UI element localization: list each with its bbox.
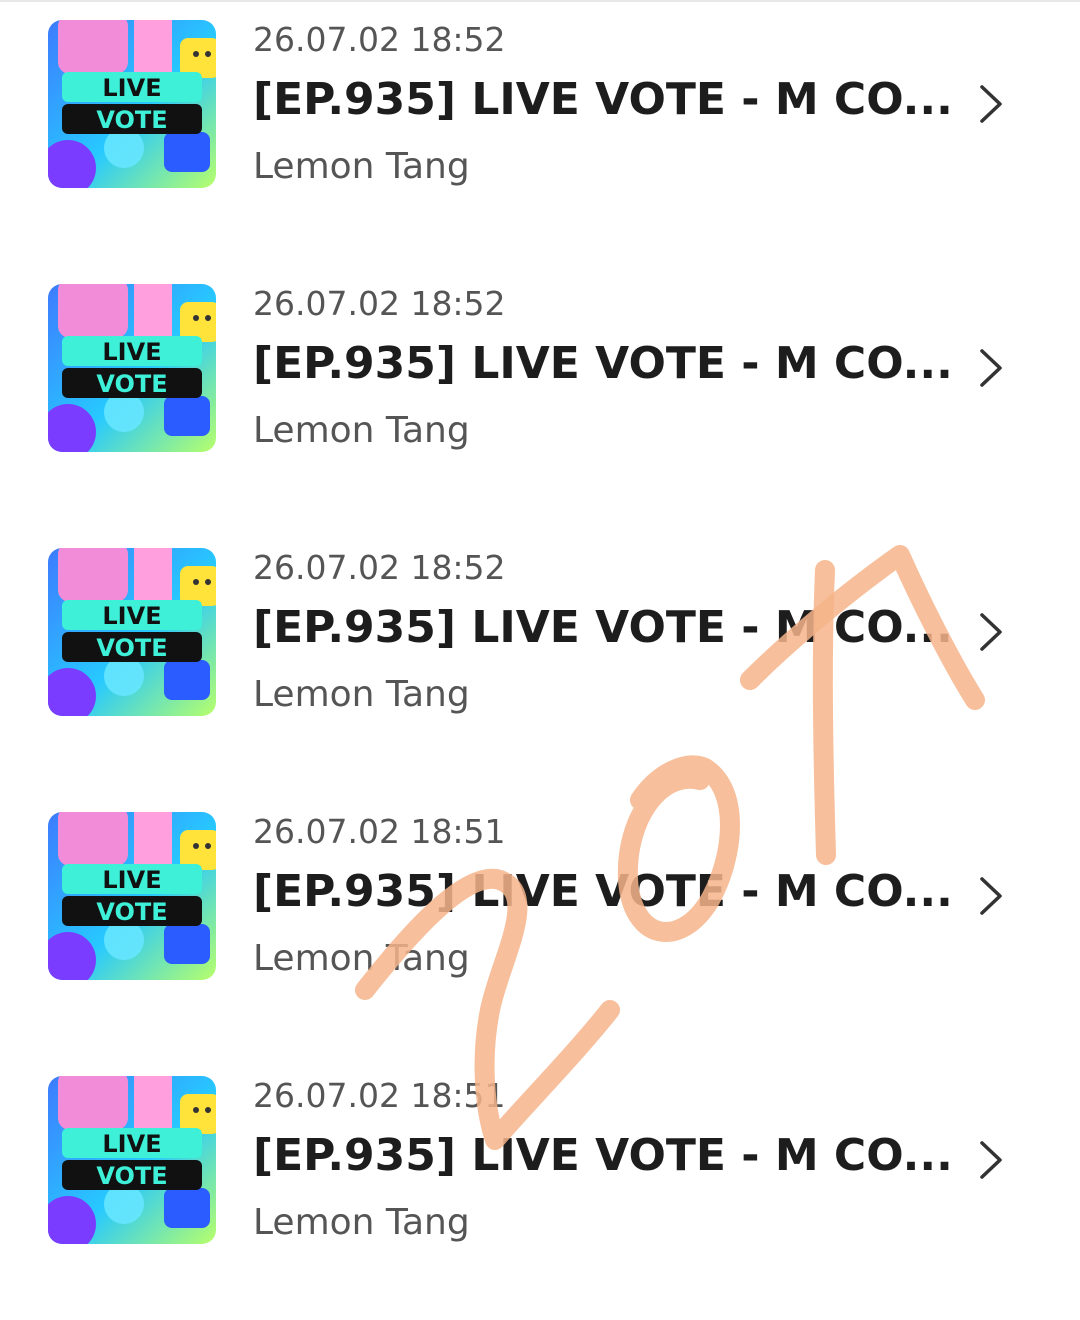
chevron-right-icon[interactable] [976,1140,1006,1180]
live-vote-thumbnail: LIVE VOTE [48,284,216,452]
list-item[interactable]: LIVE VOTE 26.07.02 18:51 [EP.935] LIVE V… [0,1056,1080,1320]
item-timestamp: 26.07.02 18:52 [253,548,506,587]
live-vote-thumbnail: LIVE VOTE [48,548,216,716]
item-timestamp: 26.07.02 18:52 [253,284,506,323]
thumb-text-line2: VOTE [96,1162,167,1190]
item-title: [EP.935] LIVE VOTE - M CO... [253,1130,953,1181]
item-timestamp: 26.07.02 18:51 [253,812,506,851]
thumb-text-line2: VOTE [96,898,167,926]
item-author: Lemon Tang [253,146,470,187]
live-vote-thumbnail: LIVE VOTE [48,20,216,188]
live-vote-thumbnail: LIVE VOTE [48,1076,216,1244]
live-vote-thumbnail: LIVE VOTE [48,812,216,980]
item-timestamp: 26.07.02 18:52 [253,20,506,59]
thumb-text-line1: LIVE [102,866,161,894]
item-title: [EP.935] LIVE VOTE - M CO... [253,74,953,125]
list-item[interactable]: LIVE VOTE 26.07.02 18:52 [EP.935] LIVE V… [0,0,1080,264]
item-title: [EP.935] LIVE VOTE - M CO... [253,338,953,389]
thumb-text-line2: VOTE [96,370,167,398]
item-author: Lemon Tang [253,1202,470,1243]
thumb-text-line1: LIVE [102,338,161,366]
list-item[interactable]: LIVE VOTE 26.07.02 18:52 [EP.935] LIVE V… [0,528,1080,792]
chevron-right-icon[interactable] [976,612,1006,652]
item-author: Lemon Tang [253,674,470,715]
item-author: Lemon Tang [253,938,470,979]
item-title: [EP.935] LIVE VOTE - M CO... [253,602,953,653]
chevron-right-icon[interactable] [976,876,1006,916]
chevron-right-icon[interactable] [976,348,1006,388]
chevron-right-icon[interactable] [976,84,1006,124]
item-title: [EP.935] LIVE VOTE - M CO... [253,866,953,917]
list-item[interactable]: LIVE VOTE 26.07.02 18:52 [EP.935] LIVE V… [0,264,1080,528]
thumb-text-line1: LIVE [102,74,161,102]
item-author: Lemon Tang [253,410,470,451]
thumb-text-line1: LIVE [102,602,161,630]
thumb-text-line2: VOTE [96,106,167,134]
thumb-text-line2: VOTE [96,634,167,662]
thumb-text-line1: LIVE [102,1130,161,1158]
list-item[interactable]: LIVE VOTE 26.07.02 18:51 [EP.935] LIVE V… [0,792,1080,1056]
item-timestamp: 26.07.02 18:51 [253,1076,506,1115]
